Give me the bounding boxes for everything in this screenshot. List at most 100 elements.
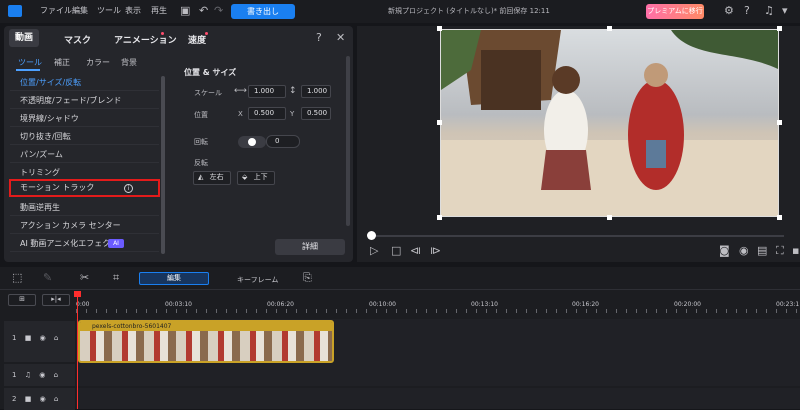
menu-tools[interactable]: ツール <box>97 5 121 16</box>
subtab-tools[interactable]: ツール <box>18 57 42 68</box>
scale-width-field[interactable]: 1.000 <box>248 85 286 98</box>
lock-icon[interactable]: ⌂ <box>54 395 58 403</box>
position-y-field[interactable]: 0.500 <box>301 107 331 120</box>
menu-file[interactable]: ファイル <box>40 5 72 16</box>
menu-playback[interactable]: 再生 <box>151 5 167 16</box>
tool-ai-anime-effect[interactable]: AI 動画アニメ化エフェクト <box>10 236 159 252</box>
resize-handle-ml[interactable] <box>437 120 442 125</box>
more-view-icon[interactable]: ▪ <box>792 245 799 256</box>
scissors-icon[interactable]: ✂ <box>80 272 89 283</box>
ruler-2: 00:06:20 <box>267 301 294 308</box>
audio-track-lane[interactable] <box>76 364 800 386</box>
export-button[interactable]: 書き出し <box>231 4 295 19</box>
export-list-icon[interactable]: ⎘ <box>303 272 312 283</box>
crop-icon[interactable]: ⌗ <box>113 272 119 283</box>
scale-height-field[interactable]: 1.000 <box>301 85 331 98</box>
tools-scrollbar[interactable] <box>161 76 165 254</box>
lock-icon[interactable]: ⌂ <box>54 334 58 342</box>
tab-mask[interactable]: マスク <box>64 33 91 46</box>
rotation-field[interactable]: 0 <box>266 135 300 148</box>
seek-bar[interactable] <box>371 235 784 237</box>
help-circle-icon[interactable]: ? <box>316 32 322 43</box>
menu-edit[interactable]: 編集 <box>72 5 88 16</box>
play-icon[interactable]: ▷ <box>370 245 378 256</box>
resize-handle-bm[interactable] <box>607 215 612 220</box>
resize-handle-tm[interactable] <box>607 26 612 31</box>
tool-action-camera-center[interactable]: アクション カメラ センター <box>10 218 159 234</box>
tool-trimming[interactable]: トリミング <box>10 165 159 181</box>
eye-icon[interactable]: ◉ <box>39 371 45 379</box>
prev-frame-icon[interactable]: ⧏ <box>410 245 421 256</box>
select-tool-icon[interactable]: ⬚ <box>12 272 22 283</box>
ruler-0: 0:00 <box>76 301 90 308</box>
help-icon[interactable]: ? <box>744 5 750 16</box>
seek-knob[interactable] <box>367 231 376 240</box>
settings-icon[interactable]: ⚙ <box>724 5 734 16</box>
close-icon[interactable]: ✕ <box>336 32 345 43</box>
flip-horizontal-button[interactable]: ◭ 左右 <box>193 171 231 185</box>
snapshot-icon[interactable]: ◙ <box>719 245 730 256</box>
resize-handle-mr[interactable] <box>777 120 782 125</box>
premium-button[interactable]: プレミアムに移行 <box>646 4 704 19</box>
info-icon[interactable]: i <box>124 184 133 193</box>
save-icon[interactable]: ▣ <box>180 5 190 16</box>
detail-button[interactable]: 詳細 <box>275 239 345 255</box>
flip-vertical-button[interactable]: ⬙ 上下 <box>237 171 275 185</box>
video-clip[interactable]: pexels-cottonbro-5601407 <box>78 320 334 363</box>
tool-opacity-fade-blend[interactable]: 不透明度/フェード/ブレンド <box>10 93 159 109</box>
subtab-correction[interactable]: 補正 <box>54 57 70 68</box>
tool-motion-track[interactable]: モーション トラック <box>9 179 160 197</box>
rotation-knob[interactable] <box>248 138 256 146</box>
pen-tool-icon[interactable]: ✎ <box>43 272 52 283</box>
audio-icon[interactable]: ◉ <box>739 245 749 256</box>
tab-video[interactable]: 動画 <box>9 29 39 47</box>
video-track-header: 1 ■ ◉ ⌂ <box>4 321 75 362</box>
position-x-field[interactable]: 0.500 <box>248 107 286 120</box>
video-frame[interactable] <box>440 29 779 217</box>
track-number: 1 <box>12 371 17 379</box>
video-track-2-header: 2 ■ ◉ ⌂ <box>4 388 75 410</box>
properties-scrollbar[interactable] <box>346 56 350 226</box>
tool-position-size-flip[interactable]: 位置/サイズ/反転 <box>10 75 159 91</box>
redo-icon[interactable]: ↷ <box>214 5 223 16</box>
playhead-marker[interactable] <box>74 291 81 297</box>
minimize-icon[interactable]: ▾ <box>782 5 788 16</box>
ruler-5: 00:16:20 <box>572 301 599 308</box>
undo-icon[interactable]: ↶ <box>199 5 208 16</box>
resize-handle-tr[interactable] <box>777 26 782 31</box>
resize-handle-br[interactable] <box>777 215 782 220</box>
resize-handle-tl[interactable] <box>437 26 442 31</box>
track-number: 2 <box>12 395 17 403</box>
fit-timeline-button[interactable]: ▸|◂ <box>42 294 70 306</box>
subtab-color[interactable]: カラー <box>86 57 110 68</box>
audio-track-header: 1 ♫ ◉ ⌂ <box>4 364 75 386</box>
subtitle-icon[interactable]: ▤ <box>757 245 767 256</box>
tab-animation[interactable]: アニメーション <box>114 33 177 46</box>
eye-icon[interactable]: ◉ <box>40 395 46 403</box>
ruler-4: 00:13:10 <box>471 301 498 308</box>
app-logo-icon <box>8 5 22 17</box>
tool-pan-zoom[interactable]: パン/ズーム <box>10 147 159 163</box>
tab-edit[interactable]: 編集 <box>139 272 209 285</box>
video-track-2-lane[interactable] <box>76 388 800 409</box>
next-frame-icon[interactable]: ⧐ <box>430 245 441 256</box>
tab-speed[interactable]: 速度 <box>188 33 206 46</box>
notification-icon[interactable]: ♫ <box>764 5 774 16</box>
fullscreen-icon[interactable]: ⛶ <box>776 245 784 256</box>
flip-vertical-label: 上下 <box>253 173 268 181</box>
resize-handle-bl[interactable] <box>437 215 442 220</box>
ruler-3: 00:10:00 <box>369 301 396 308</box>
tool-reverse-video[interactable]: 動画逆再生 <box>10 200 159 216</box>
timeline-divider <box>0 289 800 290</box>
tool-crop-rotate[interactable]: 切り抜き/回転 <box>10 129 159 145</box>
add-track-button[interactable]: ⊞ <box>8 294 36 306</box>
lock-icon[interactable]: ⌂ <box>54 371 58 379</box>
tab-keyframe[interactable]: キーフレーム <box>237 275 278 285</box>
eye-icon[interactable]: ◉ <box>40 334 46 342</box>
stop-icon[interactable]: □ <box>391 245 401 256</box>
menu-view[interactable]: 表示 <box>125 5 141 16</box>
subtab-background[interactable]: 背景 <box>121 57 137 68</box>
playhead-line[interactable] <box>77 295 78 409</box>
tool-border-shadow[interactable]: 境界線/シャドウ <box>10 111 159 127</box>
width-icon: ⟷ <box>234 86 247 96</box>
